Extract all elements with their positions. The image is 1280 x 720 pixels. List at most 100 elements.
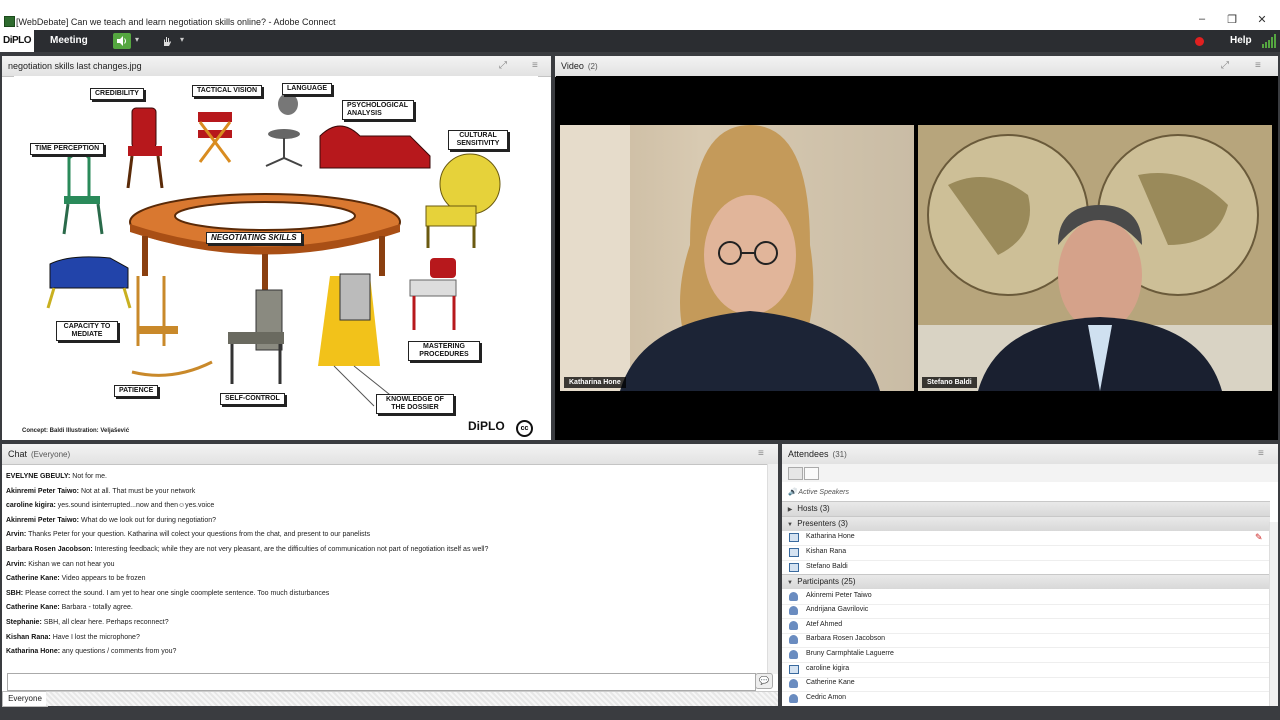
chat-message: Katharina Hone: any questions / comments… — [6, 648, 177, 656]
attendees-pod: Attendees (31) ≡ 🔊 Active Speakers ▶ Host… — [782, 444, 1278, 706]
label-language: LANGUAGE — [282, 83, 333, 95]
label-capacity-to-mediate: CAPACITY TO MEDIATE — [56, 321, 118, 341]
chat-message-list: EVELYNE GBEULY: Not for me. Akinremi Pet… — [6, 470, 766, 660]
participant-row[interactable]: Catherine Kane — [782, 676, 1270, 692]
share-pod-header: negotiation skills last changes.jpg ⤢ ≡ — [2, 56, 551, 77]
participant-row[interactable]: Cedric Amon — [782, 691, 1270, 706]
slide-credit: Concept: Baldi Illustration: Veljašević — [22, 428, 130, 434]
active-speakers-label: 🔊 Active Speakers — [788, 489, 849, 496]
video-pod-title: Video (2) — [561, 61, 598, 71]
expand-icon: ▶ — [787, 507, 793, 513]
label-cultural-sensitivity: CULTURAL SENSITIVITY — [448, 130, 508, 150]
chat-message: SBH: Please correct the sound. I am yet … — [6, 589, 330, 597]
chat-scrollbar[interactable] — [767, 464, 778, 674]
participant-icon — [789, 650, 798, 659]
chat-message: Barbara Rosen Jacobson: Interesting feed… — [6, 545, 489, 553]
label-negotiating-skills: NEGOTIATING SKILLS — [206, 232, 302, 244]
presenters-group[interactable]: ▼ Presenters (3) — [782, 516, 1270, 531]
participant-icon — [789, 665, 799, 674]
send-message-icon[interactable]: 💬 — [755, 673, 773, 689]
label-patience: PATIENCE — [114, 385, 159, 397]
attendees-pod-header: Attendees (31) ≡ — [782, 444, 1278, 465]
adobe-connect-app-icon — [4, 16, 15, 27]
label-self-control: SELF-CONTROL — [220, 393, 285, 405]
attendees-pod-title: Attendees (31) — [788, 449, 847, 459]
label-mastering-procedures: MASTERING PROCEDURES — [408, 341, 480, 361]
participant-row[interactable]: Andrijana Gavrilovic — [782, 603, 1270, 619]
presenter-icon — [789, 548, 799, 557]
window-title: [WebDebate] Can we teach and learn negot… — [16, 17, 336, 27]
video-grid: Katharina Hone Stefano Baldi — [556, 76, 1278, 440]
stefano-video-image — [918, 125, 1272, 391]
chat-tab-strip — [46, 691, 778, 706]
video-feed-stefano[interactable]: Stefano Baldi — [918, 125, 1272, 391]
label-tactical-vision: TACTICAL VISION — [192, 85, 263, 97]
creative-commons-icon: cc — [516, 420, 533, 437]
list-view-icon[interactable] — [788, 467, 803, 480]
connection-signal-icon — [1262, 34, 1276, 48]
chat-message: Kishan Rana: Have I lost the microphone? — [6, 633, 140, 641]
pod-options-menu-icon[interactable]: ≡ — [532, 60, 538, 71]
chat-message: caroline kigira: yes.sound isinterrupted… — [6, 502, 215, 510]
participant-icon — [789, 592, 798, 601]
label-credibility: CREDIBILITY — [90, 88, 144, 100]
chat-message: EVELYNE GBEULY: Not for me. — [6, 473, 107, 480]
raise-hand-icon[interactable] — [158, 33, 176, 49]
close-button[interactable]: ✕ — [1252, 13, 1272, 26]
video-pod-options-icon[interactable]: ≡ — [1255, 60, 1261, 71]
chat-message: Arvin: Kishan we can not hear you — [6, 560, 115, 568]
participant-icon — [789, 694, 798, 703]
chat-pod: Chat (Everyone) ≡ EVELYNE GBEULY: Not for… — [2, 444, 778, 706]
chat-message: Akinremi Peter Taiwo: What do we look ou… — [6, 516, 216, 524]
attendees-toolbar — [782, 464, 1278, 482]
participant-icon — [789, 635, 798, 644]
video-name-tag: Stefano Baldi — [922, 377, 977, 388]
negotiation-skills-slide: CREDIBILITY TACTICAL VISION LANGUAGE PSY… — [14, 76, 538, 438]
video-name-tag: Katharina Hone — [564, 377, 626, 388]
label-time-perception: TIME PERCEPTION — [30, 143, 105, 155]
window-titlebar: [WebDebate] Can we teach and learn negot… — [0, 0, 1280, 30]
video-feed-katharina[interactable]: Katharina Hone — [560, 125, 914, 391]
chat-pod-header: Chat (Everyone) ≡ — [2, 444, 778, 465]
participants-group[interactable]: ▼ Participants (25) — [782, 574, 1270, 589]
help-menu[interactable]: Help — [1230, 35, 1252, 46]
collapse-icon: ▼ — [787, 580, 793, 586]
fullscreen-icon[interactable]: ⤢ — [499, 60, 507, 71]
presenter-row[interactable]: Katharina Hone ✎ — [782, 530, 1270, 546]
attendees-scrollbar[interactable] — [1269, 522, 1278, 706]
share-pod-title: negotiation skills last changes.jpg — [8, 61, 142, 71]
hosts-group[interactable]: ▶ Hosts (3) — [782, 501, 1270, 516]
status-menu-chevron-down-icon[interactable]: ▾ — [180, 35, 184, 44]
presenter-icon — [789, 563, 799, 572]
chat-message: Akinremi Peter Taiwo: Not at all. That m… — [6, 487, 196, 495]
status-view-icon[interactable] — [804, 467, 819, 480]
app-menubar: DiPLO Meeting ▾ ▾ Help — [0, 30, 1280, 52]
chat-pod-options-icon[interactable]: ≡ — [758, 448, 764, 459]
participant-icon — [789, 606, 798, 615]
chat-message: Stephanie: SBH, all clear here. Perhaps … — [6, 618, 169, 626]
presenter-row[interactable]: Kishan Rana — [782, 545, 1270, 561]
restore-button[interactable]: ❐ — [1222, 13, 1242, 26]
speaker-icon[interactable] — [113, 33, 131, 49]
meeting-menu[interactable]: Meeting — [50, 35, 88, 46]
minimize-button[interactable]: – — [1192, 13, 1212, 25]
participant-row[interactable]: Barbara Rosen Jacobson — [782, 632, 1270, 648]
label-knowledge-of-the-dossier: KNOWLEDGE OF THE DOSSIER — [376, 394, 454, 414]
chat-message: Arvin: Thanks Peter for your question. K… — [6, 531, 371, 539]
chat-tab-everyone[interactable]: Everyone — [2, 691, 48, 707]
video-fullscreen-icon[interactable]: ⤢ — [1221, 60, 1229, 71]
presenter-icon — [789, 533, 799, 542]
participant-row[interactable]: Bruny Carmphtalie Laguerre — [782, 647, 1270, 663]
participant-icon — [789, 621, 798, 630]
chat-input[interactable] — [7, 673, 756, 691]
attendees-pod-options-icon[interactable]: ≡ — [1258, 448, 1264, 459]
chat-pod-title: Chat (Everyone) — [8, 449, 71, 459]
microphone-muted-icon: ✎ — [1255, 532, 1263, 542]
chat-message: Catherine Kane: Barbara - totally agree. — [6, 604, 133, 612]
diplo-logo: DiPLO — [0, 30, 34, 52]
label-psychological-analysis: PSYCHOLOGICAL ANALYSIS — [342, 100, 414, 120]
katharina-video-image — [560, 125, 880, 391]
speaker-menu-chevron-down-icon[interactable]: ▾ — [135, 35, 139, 44]
recording-indicator-icon — [1195, 37, 1204, 46]
participant-icon — [789, 679, 798, 688]
